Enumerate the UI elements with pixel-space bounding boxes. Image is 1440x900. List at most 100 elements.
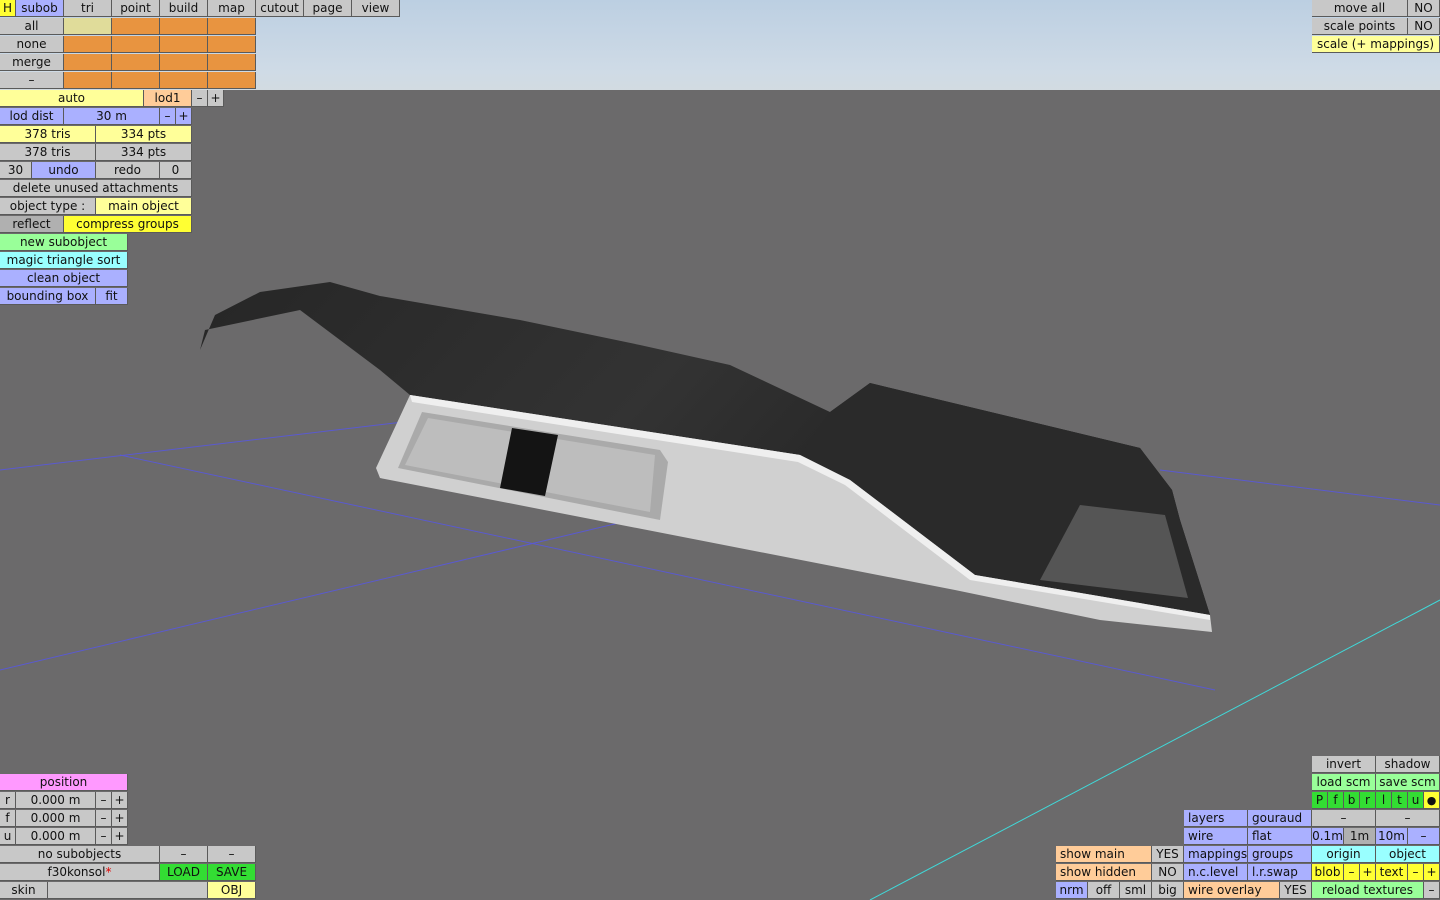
position-plus-u[interactable]: + (112, 828, 128, 845)
view-letter-u[interactable]: u (1408, 792, 1424, 809)
save-scm-button[interactable]: save scm (1376, 774, 1440, 791)
nc-level-button[interactable]: n.c.level (1184, 864, 1248, 881)
subobject-slot[interactable] (208, 72, 256, 89)
position-value-r[interactable]: 0.000 m (16, 792, 96, 809)
mappings-button[interactable]: mappings (1184, 846, 1248, 863)
grid-dash-button-2[interactable]: – (1376, 810, 1440, 827)
compress-groups-button[interactable]: compress groups (64, 216, 192, 233)
text-plus-button[interactable]: + (1424, 864, 1440, 881)
scale-points-value[interactable]: NO (1408, 18, 1440, 35)
lod-auto-button[interactable]: auto (0, 90, 144, 107)
view-letter-l[interactable]: l (1376, 792, 1392, 809)
blob-button[interactable]: blob (1312, 864, 1344, 881)
subobject-slot[interactable] (64, 36, 112, 53)
subobject-slot[interactable] (112, 72, 160, 89)
tab-tri[interactable]: tri (64, 0, 112, 17)
grid-dash-button[interactable]: – (1312, 810, 1376, 827)
filename-field[interactable]: f30konsol* (0, 864, 160, 881)
subobject-slot[interactable] (160, 18, 208, 35)
big-button[interactable]: big (1152, 882, 1184, 899)
bounding-box-button[interactable]: bounding box (0, 288, 96, 305)
subobject-slot[interactable] (208, 54, 256, 71)
position-value-f[interactable]: 0.000 m (16, 810, 96, 827)
invert-button[interactable]: invert (1312, 756, 1376, 773)
grid-minus-button[interactable]: – (1408, 828, 1440, 845)
reflect-button[interactable]: reflect (0, 216, 64, 233)
subobject-minus-button-2[interactable]: – (208, 846, 256, 863)
skin-button[interactable]: skin (0, 882, 48, 899)
merge-button[interactable]: merge (0, 54, 64, 71)
subobject-slot[interactable] (160, 54, 208, 71)
subobject-slot[interactable] (64, 18, 112, 35)
nrm-button[interactable]: nrm (1056, 882, 1088, 899)
scale-mappings-button[interactable]: scale (+ mappings) (1312, 36, 1440, 53)
off-button[interactable]: off (1088, 882, 1120, 899)
h-button[interactable]: H (0, 0, 16, 17)
lod-minus-button[interactable]: – (192, 90, 208, 107)
tab-subob[interactable]: subob (16, 0, 64, 17)
position-minus-r[interactable]: – (96, 792, 112, 809)
subobject-slot[interactable] (112, 18, 160, 35)
tab-map[interactable]: map (208, 0, 256, 17)
subobject-slot[interactable] (64, 54, 112, 71)
skin-field[interactable] (48, 882, 208, 899)
subobject-slot[interactable] (112, 36, 160, 53)
groups-button[interactable]: groups (1248, 846, 1312, 863)
wire-overlay-button[interactable]: wire overlay (1184, 882, 1280, 899)
sml-button[interactable]: sml (1120, 882, 1152, 899)
shadow-button[interactable]: shadow (1376, 756, 1440, 773)
gouraud-button[interactable]: gouraud (1248, 810, 1312, 827)
show-hidden-value[interactable]: NO (1152, 864, 1184, 881)
position-minus-f[interactable]: – (96, 810, 112, 827)
tab-page[interactable]: page (304, 0, 352, 17)
tab-point[interactable]: point (112, 0, 160, 17)
tab-view[interactable]: view (352, 0, 400, 17)
wire-button[interactable]: wire (1184, 828, 1248, 845)
tab-build[interactable]: build (160, 0, 208, 17)
subobject-slot[interactable] (112, 54, 160, 71)
lod-level-button[interactable]: lod1 (144, 90, 192, 107)
magic-triangle-sort-button[interactable]: magic triangle sort (0, 252, 128, 269)
view-letter-b[interactable]: b (1344, 792, 1360, 809)
subobject-slot[interactable] (64, 72, 112, 89)
new-subobject-button[interactable]: new subobject (0, 234, 128, 251)
object-button[interactable]: object (1376, 846, 1440, 863)
undo-button[interactable]: undo (32, 162, 96, 179)
scale-points-button[interactable]: scale points (1312, 18, 1408, 35)
view-letter-t[interactable]: t (1392, 792, 1408, 809)
grid-10m-button[interactable]: 10m (1376, 828, 1408, 845)
text-minus-button[interactable]: – (1408, 864, 1424, 881)
flat-button[interactable]: flat (1248, 828, 1312, 845)
view-letter-r[interactable]: r (1360, 792, 1376, 809)
subobject-slot[interactable] (160, 36, 208, 53)
position-plus-r[interactable]: + (112, 792, 128, 809)
show-main-button[interactable]: show main (1056, 846, 1152, 863)
wire-overlay-value[interactable]: YES (1280, 882, 1312, 899)
position-plus-f[interactable]: + (112, 810, 128, 827)
obj-button[interactable]: OBJ (208, 882, 256, 899)
delete-unused-button[interactable]: delete unused attachments (0, 180, 192, 197)
position-minus-u[interactable]: – (96, 828, 112, 845)
load-button[interactable]: LOAD (160, 864, 208, 881)
redo-button[interactable]: redo (96, 162, 160, 179)
text-button[interactable]: text (1376, 864, 1408, 881)
tab-cutout[interactable]: cutout (256, 0, 304, 17)
lod-dist-minus-button[interactable]: – (160, 108, 176, 125)
grid-1m-button[interactable]: 1m (1344, 828, 1376, 845)
lod-plus-button[interactable]: + (208, 90, 224, 107)
dash-button[interactable]: – (0, 72, 64, 89)
clean-object-button[interactable]: clean object (0, 270, 128, 287)
origin-button[interactable]: origin (1312, 846, 1376, 863)
select-all-button[interactable]: all (0, 18, 64, 35)
lr-swap-button[interactable]: l.r.swap (1248, 864, 1312, 881)
load-scm-button[interactable]: load scm (1312, 774, 1376, 791)
select-none-button[interactable]: none (0, 36, 64, 53)
move-all-button[interactable]: move all (1312, 0, 1408, 17)
subobject-minus-button[interactable]: – (160, 846, 208, 863)
show-hidden-button[interactable]: show hidden (1056, 864, 1152, 881)
move-all-value[interactable]: NO (1408, 0, 1440, 17)
view-dot-icon[interactable]: ● (1424, 792, 1440, 809)
reload-minus-button[interactable]: – (1424, 882, 1440, 899)
view-letter-p[interactable]: P (1312, 792, 1328, 809)
viewport[interactable] (0, 0, 1440, 900)
